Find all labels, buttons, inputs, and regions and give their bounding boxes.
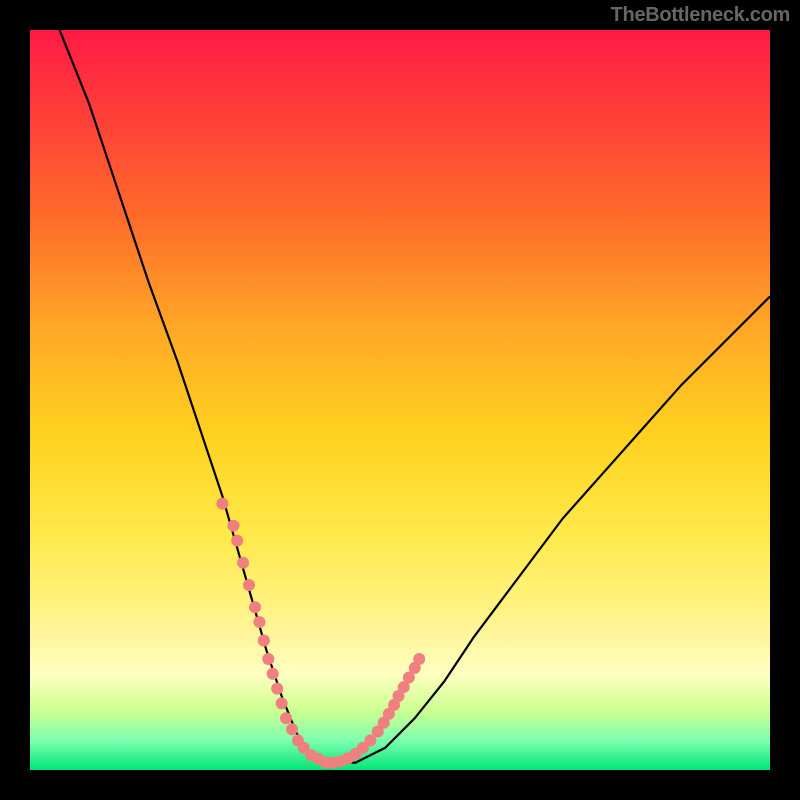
dot-marker	[286, 723, 298, 735]
dot-marker	[249, 601, 261, 613]
dot-marker	[413, 653, 425, 665]
dot-marker	[237, 557, 249, 569]
dot-marker	[216, 498, 228, 510]
curve-layer	[60, 30, 770, 763]
dot-marker	[267, 668, 279, 680]
dot-marker	[253, 616, 265, 628]
bottleneck-curve	[60, 30, 770, 763]
plot-area	[30, 30, 770, 770]
dot-marker	[243, 579, 255, 591]
watermark-text: TheBottleneck.com	[611, 4, 790, 27]
highlight-dots	[216, 498, 425, 769]
dot-marker	[228, 520, 240, 532]
dot-marker	[231, 535, 243, 547]
dot-marker	[258, 635, 270, 647]
curve-svg	[30, 30, 770, 770]
dot-marker	[271, 683, 283, 695]
dot-marker	[262, 653, 274, 665]
chart-frame: TheBottleneck.com	[0, 0, 800, 800]
dot-marker	[276, 697, 288, 709]
dot-marker	[280, 712, 292, 724]
